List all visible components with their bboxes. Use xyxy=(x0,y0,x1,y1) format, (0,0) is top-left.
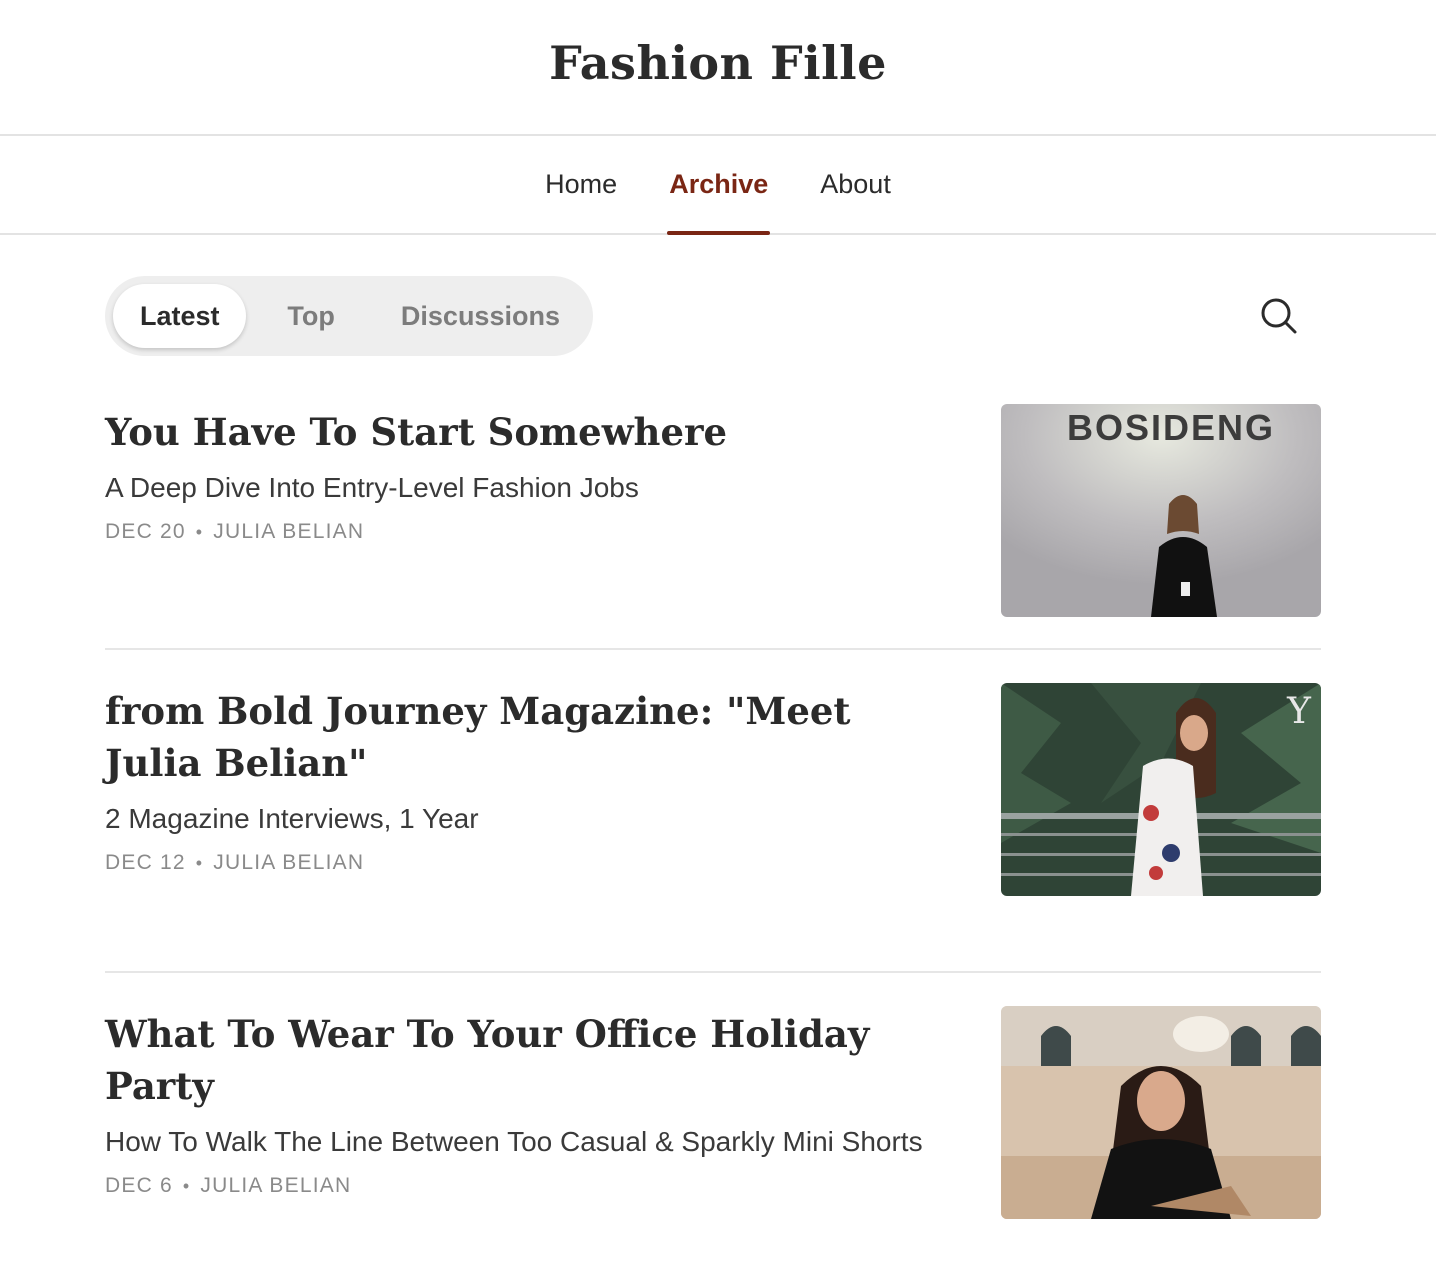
post-title[interactable]: What To Wear To Your Office Holiday Part… xyxy=(105,1008,945,1112)
sign-text: BOSIDENG xyxy=(1067,407,1275,448)
post-subtitle: A Deep Dive Into Entry-Level Fashion Job… xyxy=(105,472,639,503)
archive-page: Fashion Fille Home Archive About Latest … xyxy=(0,0,1436,1276)
post-item[interactable]: What To Wear To Your Office Holiday Part… xyxy=(105,1006,1321,1219)
post-divider xyxy=(105,648,1321,650)
sort-tabs: Latest Top Discussions xyxy=(105,276,593,356)
main-nav: Home Archive About xyxy=(0,136,1436,235)
masthead: Fashion Fille xyxy=(0,0,1436,136)
post-image: Y xyxy=(1001,683,1321,896)
site-title[interactable]: Fashion Fille xyxy=(549,36,887,90)
post-thumbnail[interactable] xyxy=(1001,1006,1321,1219)
tab-top[interactable]: Top xyxy=(246,284,375,348)
post-author[interactable]: JULIA BELIAN xyxy=(200,1174,351,1198)
meta-separator: • xyxy=(195,521,204,542)
post-title[interactable]: from Bold Journey Magazine: "Meet Julia … xyxy=(105,685,945,789)
post-author[interactable]: JULIA BELIAN xyxy=(213,851,364,875)
meta-separator: • xyxy=(195,852,204,873)
post-subtitle: 2 Magazine Interviews, 1 Year xyxy=(105,803,479,834)
post-thumbnail[interactable]: BOSIDENG xyxy=(1001,404,1321,617)
nav-home[interactable]: Home xyxy=(543,136,619,233)
post-date: DEC 12 xyxy=(105,851,186,874)
post-image: BOSIDENG xyxy=(1001,404,1321,617)
search-button[interactable] xyxy=(1259,296,1299,336)
post-divider xyxy=(105,971,1321,973)
post-subtitle: How To Walk The Line Between Too Casual … xyxy=(105,1126,923,1157)
post-author[interactable]: JULIA BELIAN xyxy=(213,520,364,544)
nav-archive[interactable]: Archive xyxy=(667,136,771,235)
post-title[interactable]: You Have To Start Somewhere xyxy=(105,406,945,458)
post-item[interactable]: You Have To Start Somewhere A Deep Dive … xyxy=(105,404,1321,617)
meta-separator: • xyxy=(182,1175,191,1196)
nav-about[interactable]: About xyxy=(818,136,893,233)
svg-text:Y: Y xyxy=(1286,691,1312,732)
post-date: DEC 6 xyxy=(105,1174,173,1197)
tab-discussions[interactable]: Discussions xyxy=(376,284,585,348)
filter-row: Latest Top Discussions xyxy=(105,276,1321,356)
post-image xyxy=(1001,1006,1321,1219)
tab-latest[interactable]: Latest xyxy=(113,284,247,348)
post-thumbnail[interactable]: Y xyxy=(1001,683,1321,896)
post-date: DEC 20 xyxy=(105,520,186,543)
post-item[interactable]: from Bold Journey Magazine: "Meet Julia … xyxy=(105,683,1321,943)
search-icon xyxy=(1261,298,1297,334)
